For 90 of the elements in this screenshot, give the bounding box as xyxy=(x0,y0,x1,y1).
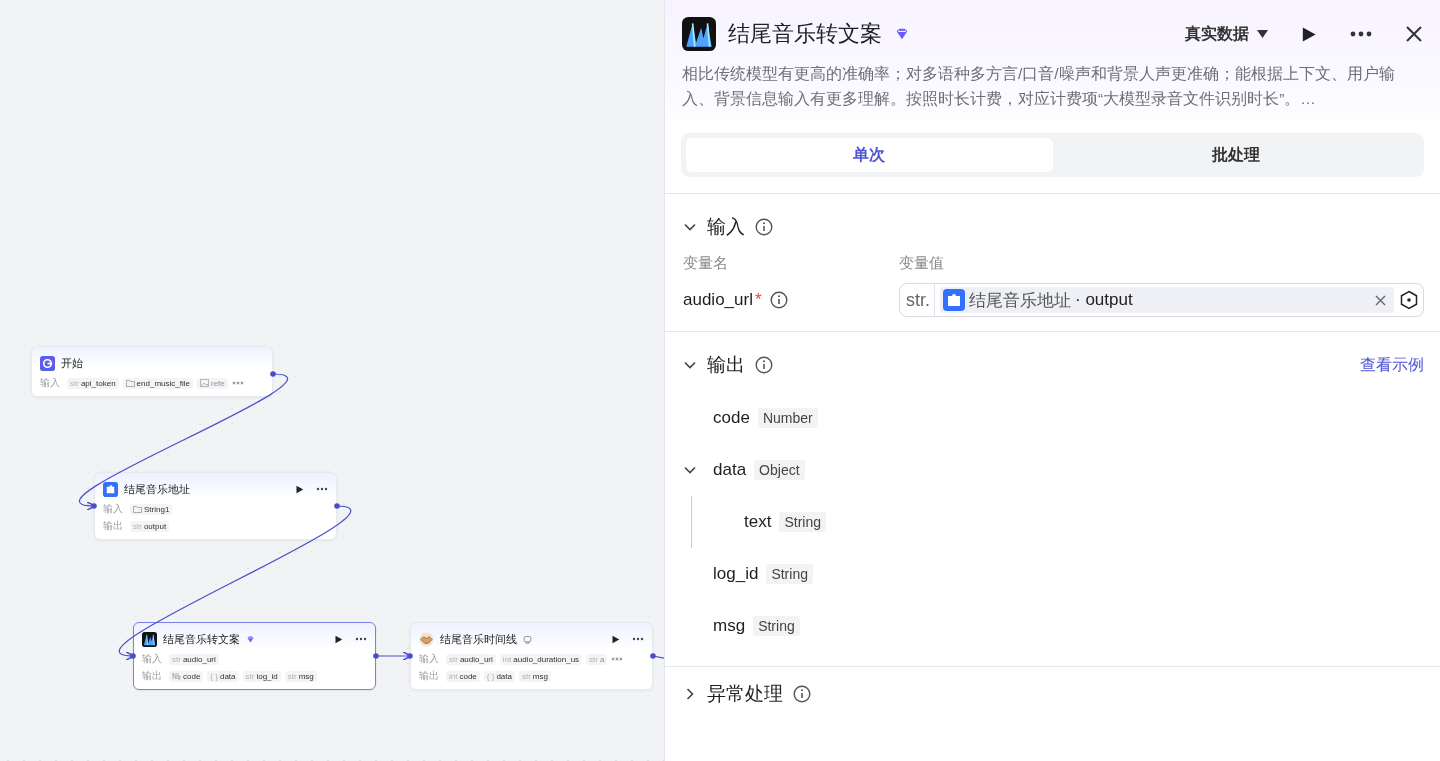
play-icon[interactable] xyxy=(334,634,343,644)
variable-name: msg xyxy=(532,671,548,681)
variable-name: code xyxy=(183,671,201,681)
data-source-dropdown[interactable]: 真实数据 xyxy=(1185,23,1268,45)
type-label: { } xyxy=(486,671,495,681)
info-icon xyxy=(755,218,773,236)
row-label: 输入 xyxy=(419,652,439,666)
variable-name: code xyxy=(713,408,750,428)
type-tag: String xyxy=(753,616,800,636)
port-dot[interactable] xyxy=(650,653,656,659)
type-label: str. xyxy=(900,284,935,316)
type-tag: String xyxy=(779,512,826,532)
example-link[interactable]: 查看示例 xyxy=(1360,354,1424,376)
variable-name: output xyxy=(143,521,167,531)
port-dot[interactable] xyxy=(407,653,413,659)
row-label: 输入 xyxy=(142,652,162,666)
description: 相比传统模型有更高的准确率；对多语种多方言/口音/噪声和背景人声更准确；能根据上下文、用户输入、背景信息输入有更多理解。按照时长计费，对应计费项“大模型录音文件识别时长”。… xyxy=(682,64,1396,109)
node-title: 结尾音乐时间线 xyxy=(440,631,517,647)
variable-name: code xyxy=(459,671,477,681)
tab[interactable]: 批处理 xyxy=(1052,138,1419,172)
output-label: · output xyxy=(1075,290,1133,310)
number-icon xyxy=(172,672,181,680)
section-title: 输出 xyxy=(707,353,745,377)
required-mark: * xyxy=(754,290,762,310)
variable-picker-icon[interactable] xyxy=(1399,290,1419,310)
variable-name: refe xyxy=(210,378,225,388)
variable-name: data xyxy=(713,460,747,480)
variable-name: data xyxy=(496,671,512,681)
section-title: 输入 xyxy=(707,215,745,239)
variable-name: api_token xyxy=(80,378,116,388)
type-label: str xyxy=(245,671,255,681)
type-label: { } xyxy=(210,671,218,681)
play-icon[interactable] xyxy=(1300,25,1317,43)
info-icon xyxy=(793,685,811,703)
column-header: 变量值 xyxy=(899,254,945,273)
row-label: 输出 xyxy=(419,669,439,683)
variable-name: a xyxy=(600,654,605,664)
port-dot[interactable] xyxy=(373,653,379,659)
variable-field[interactable]: str. 结尾音乐地址 · output xyxy=(899,283,1424,317)
variable-name: audio_url xyxy=(182,654,216,664)
variable-name: text xyxy=(744,512,772,532)
folder-icon xyxy=(133,505,142,513)
row-label: 输入 xyxy=(40,376,60,390)
more-icon[interactable] xyxy=(355,637,367,641)
mountain-logo-icon xyxy=(682,17,716,51)
type-tag: Object xyxy=(754,460,805,480)
variable-name: log_id xyxy=(256,671,278,681)
node-title: 结尾音乐地址 xyxy=(124,481,190,497)
variable-name: msg xyxy=(713,616,746,636)
variable-name: end_music_file xyxy=(136,378,190,388)
section-title: 异常处理 xyxy=(707,682,783,706)
type-tag: Number xyxy=(757,408,818,428)
info-icon xyxy=(769,291,788,309)
caret-icon xyxy=(1257,30,1268,38)
more-icon[interactable] xyxy=(1349,30,1373,38)
variable-name: audio_url xyxy=(683,290,753,310)
image-icon xyxy=(199,379,209,387)
type-label: str xyxy=(287,671,297,681)
close-icon[interactable] xyxy=(1405,25,1423,43)
tab[interactable]: 单次 xyxy=(686,138,1053,172)
clear-icon[interactable] xyxy=(1375,294,1386,306)
variable-name: String1 xyxy=(144,504,170,514)
info-icon xyxy=(755,356,773,374)
port-dot[interactable] xyxy=(270,371,276,377)
panel-title: 结尾音乐转文案 xyxy=(728,20,882,48)
port-dot[interactable] xyxy=(91,503,97,509)
node-title: 结尾音乐转文案 xyxy=(163,631,240,647)
row-label: 输出 xyxy=(103,519,123,533)
column-header: 变量名 xyxy=(683,254,729,273)
mountain-logo-icon xyxy=(142,631,157,647)
node-title: 开始 xyxy=(61,355,83,371)
port-dot[interactable] xyxy=(334,503,340,509)
row-label: 输出 xyxy=(142,669,162,683)
variable-name: audio_url xyxy=(459,654,493,664)
variable-name: audio_duration_us xyxy=(513,654,580,664)
start-icon xyxy=(40,355,55,371)
row-label: 输入 xyxy=(103,502,123,516)
more-icon[interactable] xyxy=(632,637,644,641)
plugin-icon xyxy=(103,481,118,497)
variable-name: data xyxy=(219,671,236,681)
play-icon[interactable] xyxy=(295,484,304,494)
plugin-icon xyxy=(943,289,965,311)
variable-name: msg xyxy=(298,671,314,681)
type-tag: String xyxy=(766,564,813,584)
port-dot[interactable] xyxy=(130,653,136,659)
variable-name: log_id xyxy=(713,564,759,584)
folder-icon xyxy=(125,379,135,387)
source-label: 结尾音乐地址 xyxy=(969,289,1071,312)
more-icon[interactable] xyxy=(316,487,328,491)
play-icon[interactable] xyxy=(611,634,620,644)
